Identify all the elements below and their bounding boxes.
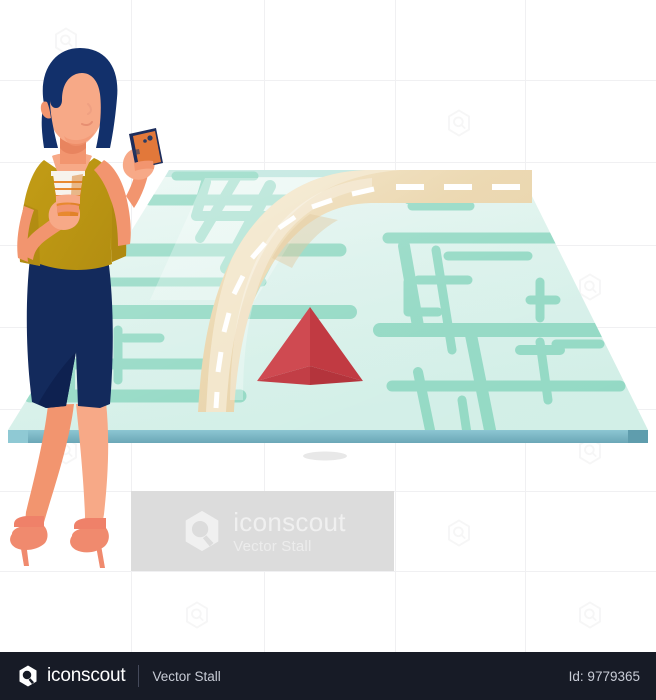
watermark-title: iconscout — [233, 506, 346, 537]
watermark-subtitle: Vector Stall — [233, 537, 312, 555]
iconscout-hexagon-search-icon — [179, 508, 225, 554]
shoe-back — [10, 516, 48, 566]
illustration-canvas: iconscout Vector Stall iconscout Vector … — [0, 0, 656, 700]
center-watermark: iconscout Vector Stall — [131, 491, 394, 571]
iconscout-hexagon-search-icon — [16, 664, 40, 688]
footer-brand: iconscout — [47, 665, 126, 686]
footer-vendor: Vector Stall — [152, 668, 221, 684]
footer-divider — [138, 665, 140, 687]
footer-bar: iconscout Vector Stall Id: 9779365 — [0, 652, 656, 700]
shoe-front — [70, 518, 109, 568]
leg-front — [76, 402, 109, 538]
drop-shadow — [303, 451, 347, 461]
footer-asset-id: Id: 9779365 — [568, 668, 640, 684]
